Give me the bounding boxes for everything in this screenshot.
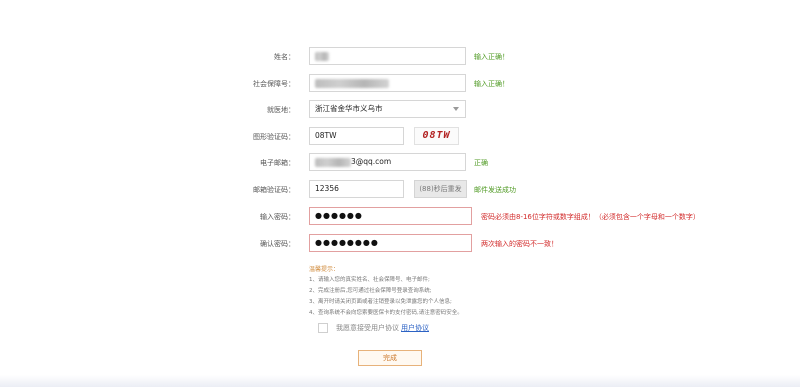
confirm-error: 两次输入的密码不一致！ (481, 240, 558, 248)
tips-title: 温馨提示： (309, 266, 340, 273)
region-row: 就医地： 浙江省金华市义乌市 (0, 100, 800, 120)
email-row: 电子邮箱： 3@qq.com 正确 (0, 153, 800, 173)
region-value: 浙江省金华市义乌市 (315, 104, 383, 113)
ssn-input[interactable] (309, 74, 466, 92)
redacted-name (315, 51, 329, 61)
region-label: 就医地： (267, 106, 295, 114)
captcha-input[interactable]: 08TW (309, 127, 404, 145)
tip-item: 4、查询系统不会向您索要医保卡的支付密码,请注意密码安全。 (309, 310, 463, 316)
user-agreement-link[interactable]: 用户协议 (401, 324, 429, 332)
tip-item: 2、完成注册后,您可通过社会保障号登录查询系统; (309, 288, 432, 294)
tip-item: 3、离开时请关闭页面或者注销登录以免泄露您的个人信息; (309, 299, 452, 305)
ssn-label: 社会保障号： (253, 80, 295, 88)
password-row: 输入密码： ●●●●●● 密码必须由8-16位字符或数字组成！（必须包含一个字母… (0, 207, 800, 227)
agreement-text: 我愿意接受用户协议 (336, 324, 399, 332)
email-suffix: 3@qq.com (351, 157, 392, 166)
region-select[interactable]: 浙江省金华市义乌市 (309, 100, 466, 118)
confirm-label: 确认密码： (260, 240, 295, 248)
redacted-ssn (315, 78, 389, 88)
password-input[interactable]: ●●●●●● (309, 207, 472, 225)
agree-checkbox[interactable] (318, 323, 328, 333)
name-input[interactable] (309, 47, 466, 65)
chevron-down-icon (453, 107, 459, 111)
captcha-row: 图形验证码： 08TW 08TW (0, 127, 800, 147)
ssn-status: 输入正确！ (474, 80, 509, 88)
password-label: 输入密码： (260, 213, 295, 221)
email-input[interactable]: 3@qq.com (309, 153, 466, 171)
password-masked: ●●●●●● (315, 211, 363, 220)
done-button[interactable]: 完成 (358, 350, 422, 366)
ssn-row: 社会保障号： 输入正确！ (0, 74, 800, 94)
email-code-input[interactable]: 12356 (309, 180, 404, 198)
name-status: 输入正确！ (474, 53, 509, 61)
email-code-label: 邮箱验证码： (253, 186, 295, 194)
email-code-status: 邮件发送成功 (474, 186, 516, 194)
confirm-password-input[interactable]: ●●●●●●●● (309, 234, 472, 252)
resend-code-button[interactable]: (88)秒后重发 (414, 180, 467, 198)
tips-panel: 温馨提示： 1、请输入您的真实姓名、社会保障号、电子邮件; 2、完成注册后,您可… (309, 264, 463, 319)
captcha-label: 图形验证码： (253, 133, 295, 141)
confirm-masked: ●●●●●●●● (315, 238, 379, 247)
agreement-row: 我愿意接受用户协议 用户协议 (318, 323, 429, 333)
tip-item: 1、请输入您的真实姓名、社会保障号、电子邮件; (309, 277, 430, 283)
footer-fade (0, 375, 800, 387)
email-status: 正确 (474, 159, 488, 167)
name-label: 姓名： (274, 53, 295, 61)
email-code-row: 邮箱验证码： 12356 (88)秒后重发 邮件发送成功 (0, 180, 800, 200)
redacted-email (315, 157, 351, 167)
captcha-image[interactable]: 08TW (414, 127, 459, 145)
confirm-row: 确认密码： ●●●●●●●● 两次输入的密码不一致！ (0, 234, 800, 254)
password-error: 密码必须由8-16位字符或数字组成！（必须包含一个字母和一个数字） (481, 213, 700, 221)
email-label: 电子邮箱： (260, 159, 295, 167)
name-row: 姓名： 输入正确！ (0, 47, 800, 67)
